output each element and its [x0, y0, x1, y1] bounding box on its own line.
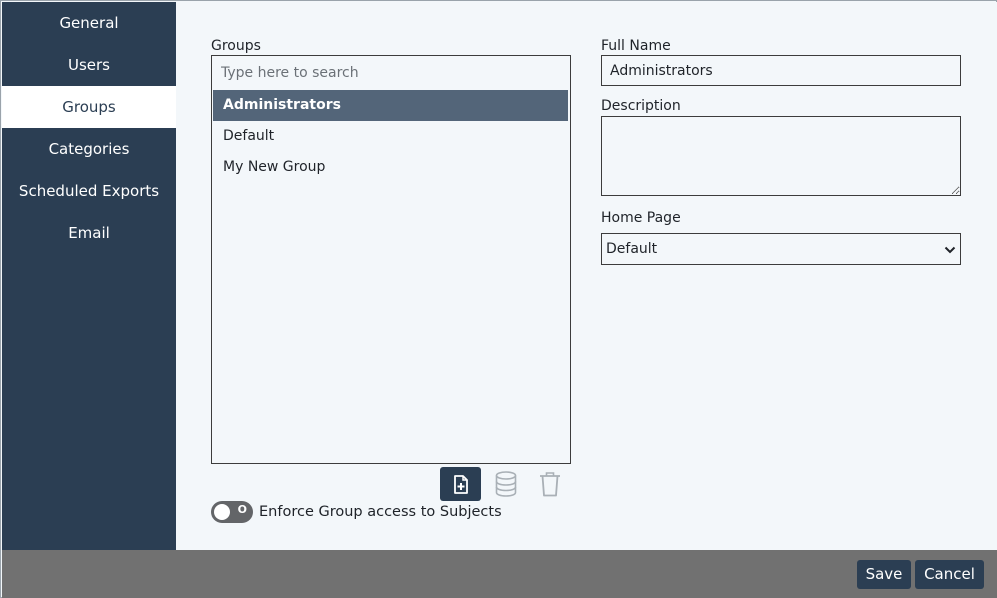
sidebar: General Users Groups Categories Schedule…	[2, 2, 176, 550]
home-page-select[interactable]: Default	[601, 233, 961, 265]
groups-list: Administrators Default My New Group	[211, 55, 571, 464]
add-file-icon	[453, 474, 468, 494]
save-button[interactable]: Save	[857, 560, 911, 589]
sidebar-item-email[interactable]: Email	[2, 212, 176, 254]
sidebar-item-groups[interactable]: Groups	[2, 86, 176, 128]
enforce-group-access-label: Enforce Group access to Subjects	[259, 504, 502, 520]
sidebar-item-scheduled-exports[interactable]: Scheduled Exports	[2, 170, 176, 212]
group-item-my-new-group[interactable]: My New Group	[213, 152, 568, 183]
description-label: Description	[601, 98, 681, 114]
groups-label: Groups	[211, 38, 261, 54]
toggle-state-text: O	[237, 503, 247, 516]
settings-dialog: General Users Groups Categories Schedule…	[0, 0, 997, 598]
delete-group-button[interactable]	[529, 467, 570, 501]
group-search-input[interactable]	[213, 57, 569, 88]
database-icon	[495, 471, 516, 497]
add-group-button[interactable]	[440, 467, 481, 501]
description-textarea[interactable]	[601, 116, 961, 196]
toggle-knob	[214, 504, 230, 520]
group-item-default[interactable]: Default	[213, 121, 568, 152]
cancel-button[interactable]: Cancel	[915, 560, 984, 589]
full-name-label: Full Name	[601, 38, 671, 54]
group-item-administrators[interactable]: Administrators	[213, 90, 568, 121]
database-button[interactable]	[485, 467, 526, 501]
main-panel: Groups Administrators Default My New Gro…	[176, 2, 997, 550]
sidebar-item-users[interactable]: Users	[2, 44, 176, 86]
enforce-group-access-toggle[interactable]: O	[211, 501, 253, 523]
home-page-label: Home Page	[601, 210, 681, 226]
full-name-input[interactable]	[601, 55, 961, 86]
footer-bar: Save Cancel	[2, 550, 997, 598]
sidebar-item-categories[interactable]: Categories	[2, 128, 176, 170]
trash-icon	[539, 472, 560, 497]
sidebar-item-general[interactable]: General	[2, 2, 176, 44]
